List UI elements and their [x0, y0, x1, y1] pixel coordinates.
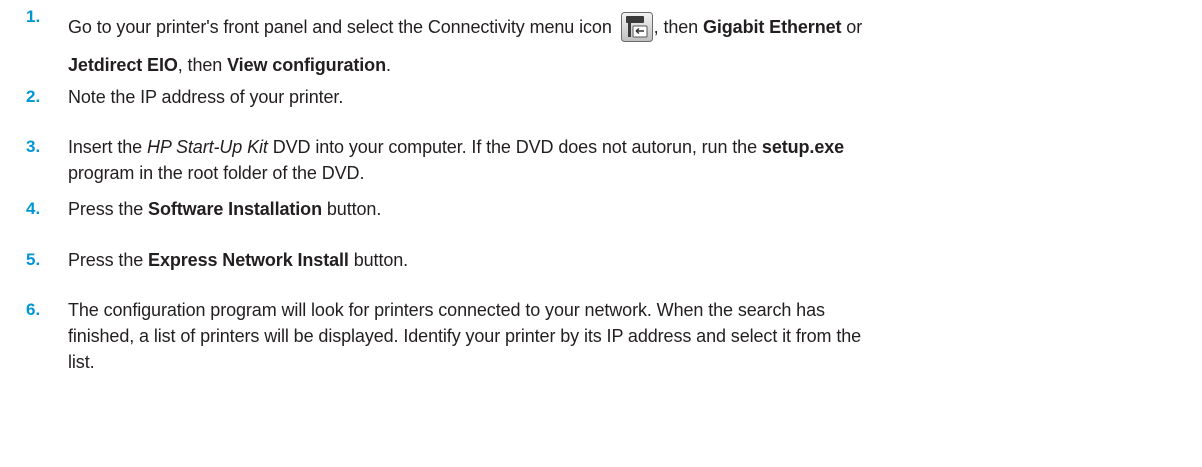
step-text: Go to your printer's front panel and sel…: [68, 8, 1188, 84]
step-text-bold: Software Installation: [148, 199, 322, 219]
step-text-segment: .: [385, 55, 391, 75]
step-text-segment: Press the: [68, 199, 149, 219]
step-text-bold: Jetdirect EIO: [68, 55, 178, 75]
step-number: 1.: [26, 7, 41, 26]
step-text-bold: View configuration: [227, 55, 386, 75]
step-text-segment: DVD into your computer. If the DVD does …: [267, 137, 762, 157]
step-number: 2.: [26, 87, 41, 106]
step-text-segment: Note the IP address of your printer.: [68, 87, 344, 107]
step-number: 5.: [26, 250, 41, 269]
step-number: 4.: [26, 199, 41, 218]
step-text: Press the Express Network Install button…: [68, 243, 1188, 277]
step-text-segment: list.: [68, 352, 95, 372]
step-text-segment: Insert the: [68, 137, 147, 157]
step-text-segment: Go to your printer's front panel and sel…: [68, 17, 612, 37]
step-text: Press the Software Installation button.: [68, 192, 1188, 226]
step-text-segment: program in the root folder of the DVD.: [68, 163, 365, 183]
step-text: Note the IP address of your printer.: [68, 80, 1188, 114]
step-text-segment: finished, a list of printers will be dis…: [68, 326, 862, 346]
step-text: Insert the HP Start-Up Kit DVD into your…: [68, 130, 1188, 186]
step-number: 3.: [26, 137, 41, 156]
step-number: 6.: [26, 300, 41, 319]
step-text-bold: setup.exe: [761, 137, 845, 157]
step-text-segment: , then: [177, 55, 228, 75]
step-text-italic: HP Start-Up Kit: [146, 137, 268, 157]
step-text-segment: The configuration program will look for …: [68, 300, 825, 320]
step-text-bold: Gigabit Ethernet: [702, 17, 842, 37]
step-text-segment: button.: [321, 199, 382, 219]
step-text-bold: Express Network Install: [148, 250, 349, 270]
connectivity-menu-icon: [620, 12, 653, 42]
step-text-segment: button.: [348, 250, 409, 270]
step-text-segment: or: [841, 17, 863, 37]
step-text-segment: , then: [653, 17, 703, 37]
step-text-segment: Press the: [68, 250, 149, 270]
step-text: The configuration program will look for …: [68, 293, 1188, 375]
